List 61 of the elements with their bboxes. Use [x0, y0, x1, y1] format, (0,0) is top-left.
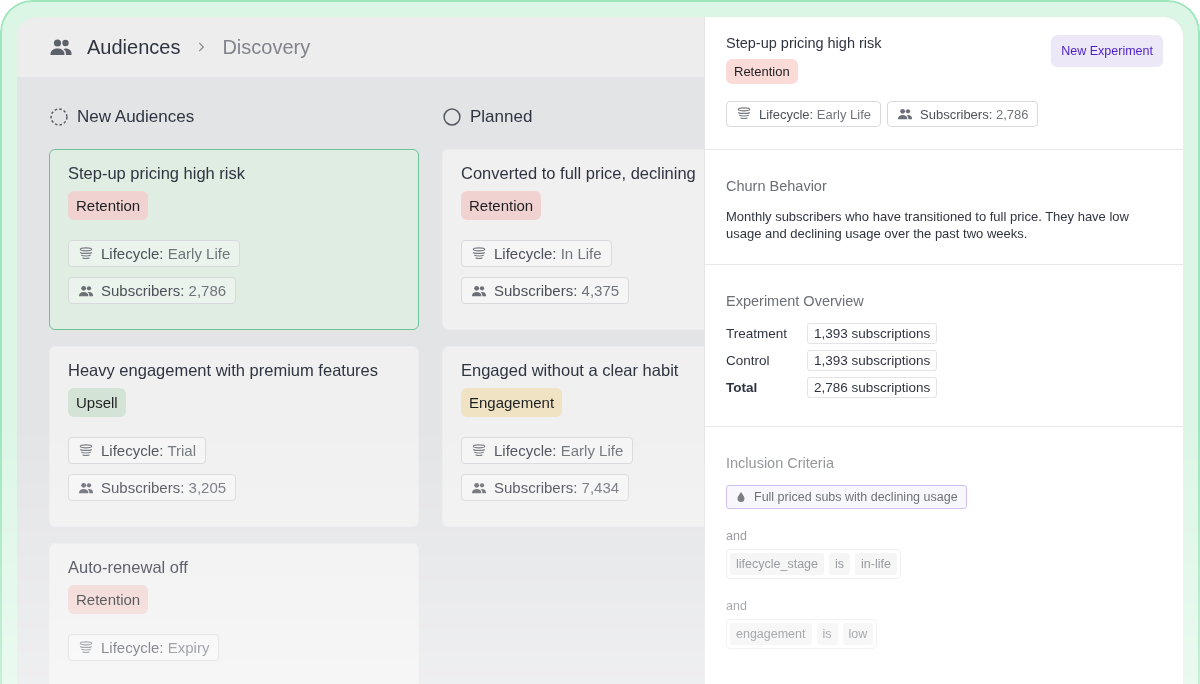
audience-card[interactable]: Step-up pricing high risk Retention Lifecycle: Early Life Subscribers: 2,786 — [49, 149, 419, 330]
category-tag: Engagement — [461, 388, 563, 417]
joiner-text: and — [726, 529, 748, 543]
category-tag: Retention — [726, 59, 798, 84]
joiner-text: and — [726, 599, 748, 613]
overview-label: Treatment — [726, 326, 788, 341]
section-heading: Experiment Overview — [726, 293, 865, 309]
overview-value: 1,393 subscriptions — [807, 323, 938, 344]
stack-icon — [471, 245, 487, 262]
lifecycle-chip: Lifecycle: Expiry — [68, 634, 220, 661]
condition-value: low — [842, 623, 874, 645]
card-title: Heavy engagement with premium features — [68, 361, 378, 380]
audience-card[interactable]: Heavy engagement with premium features Upsell Lifecycle: Trial Subscribers: 3,205 — [49, 346, 419, 527]
stack-icon — [471, 442, 487, 459]
subscribers-chip: Subscribers: 2,786 — [887, 101, 1039, 127]
card-title: Step-up pricing high risk — [68, 164, 245, 183]
people-icon — [897, 106, 914, 122]
lifecycle-chip: Lifecycle: Trial — [68, 437, 207, 464]
category-tag: Upsell — [68, 388, 126, 417]
condition-operator: is — [816, 623, 838, 645]
column-title: Planned — [470, 107, 533, 127]
lifecycle-chip: Lifecycle: In Life — [461, 240, 612, 267]
category-tag: Retention — [68, 191, 149, 220]
card-title: Engaged without a clear habit — [461, 361, 679, 380]
lifecycle-chip: Lifecycle: Early Life — [68, 240, 241, 267]
overview-label: Control — [726, 353, 770, 368]
stack-icon — [78, 639, 94, 656]
subscribers-chip: Subscribers: 4,375 — [461, 277, 630, 304]
condition-operator: is — [829, 553, 851, 575]
overview-value: 1,393 subscriptions — [807, 350, 938, 371]
dashed-circle-icon — [49, 107, 69, 127]
new-experiment-button[interactable]: New Experiment — [1051, 35, 1163, 67]
circle-icon — [442, 107, 462, 127]
audience-card[interactable]: Auto-renewal off Retention Lifecycle: Expiry — [49, 543, 419, 684]
segment-chip[interactable]: Full priced subs with declining usage — [726, 485, 967, 509]
audience-card[interactable]: Converted to full price, declining Retention Lifecycle: In Life Subscribers: 4,375 — [442, 149, 704, 330]
drop-icon — [735, 491, 747, 503]
description-text: Monthly subscribers who have transitioned to full price. They have low usage and declining usage over the past two weeks. — [726, 208, 1130, 242]
stack-icon — [736, 106, 752, 122]
panel-title: Step-up pricing high risk — [726, 35, 882, 51]
audience-card[interactable]: Engaged without a clear habit Engagement Lifecycle: Early Life Subscribers: 7,434 — [442, 346, 704, 527]
condition-field: engagement — [730, 623, 812, 645]
condition-value: in-life — [855, 553, 897, 575]
card-title: Converted to full price, declining — [461, 164, 696, 183]
subscribers-chip: Subscribers: 3,205 — [68, 474, 237, 501]
lifecycle-chip: Lifecycle: Early Life — [461, 437, 634, 464]
overview-value: 2,786 subscriptions — [807, 377, 938, 398]
stack-icon — [78, 442, 94, 459]
stack-icon — [78, 245, 94, 262]
overview-label: Total — [726, 380, 758, 395]
card-title: Auto-renewal off — [68, 558, 188, 577]
category-tag: Retention — [68, 585, 149, 614]
category-tag: Retention — [461, 191, 542, 220]
section-heading: Inclusion Criteria — [726, 455, 835, 471]
condition-field: lifecycle_stage — [730, 553, 824, 575]
subscribers-chip: Subscribers: 2,786 — [68, 277, 237, 304]
breadcrumb-item[interactable]: Audiences — [87, 35, 181, 59]
section-heading: Churn Behavior — [726, 178, 828, 194]
subscribers-chip: Subscribers: 7,434 — [461, 474, 630, 501]
column-title: New Audiences — [77, 107, 195, 127]
lifecycle-chip: Lifecycle: Early Life — [726, 101, 882, 127]
